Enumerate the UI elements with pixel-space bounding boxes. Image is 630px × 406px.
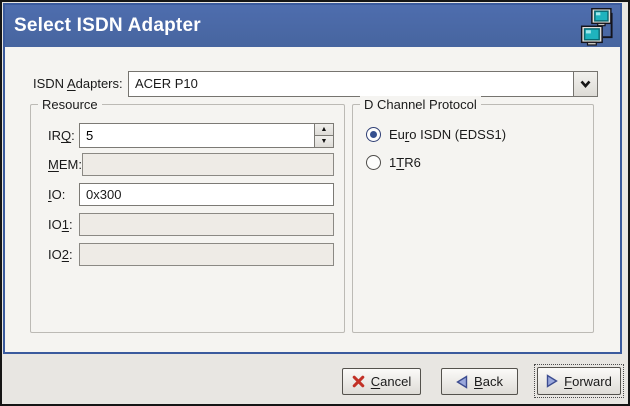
forward-button[interactable]: Forward: [537, 367, 621, 395]
mem-label: MEM:: [48, 157, 82, 172]
isdn-adapters-label: ISDN Adapters:: [33, 71, 123, 97]
irq-row: IRQ: ▲ ▼: [48, 123, 334, 148]
euro-isdn-label: Euro ISDN (EDSS1): [389, 127, 506, 142]
radio-option-1tr6[interactable]: 1TR6: [366, 154, 421, 171]
io1-input: [79, 213, 334, 236]
radio-button-selected-icon[interactable]: [366, 127, 381, 142]
io-label: IO:: [48, 187, 79, 202]
io1-row: IO1:: [48, 213, 334, 236]
d-channel-protocol-group-title: D Channel Protocol: [360, 96, 481, 113]
network-computers-icon: [578, 6, 616, 48]
io-input[interactable]: [79, 183, 334, 206]
cancel-x-icon: [352, 375, 365, 388]
combobox-dropdown-button[interactable]: [573, 72, 597, 96]
1tr6-label: 1TR6: [389, 155, 421, 170]
irq-label: IRQ:: [48, 128, 79, 143]
mem-row: MEM:: [48, 153, 334, 176]
spin-down-icon[interactable]: ▼: [315, 135, 333, 147]
arrow-right-icon: [546, 374, 558, 388]
radio-option-euro-isdn[interactable]: Euro ISDN (EDSS1): [366, 126, 506, 143]
forward-button-label: Forward: [564, 374, 612, 389]
isdn-adapter-combobox[interactable]: ACER P10: [128, 71, 598, 97]
resource-groupbox: Resource IRQ: ▲ ▼ MEM: IO:: [30, 104, 345, 333]
cancel-button[interactable]: Cancel: [342, 368, 421, 395]
dialog-button-bar: Cancel Back Forward: [2, 355, 628, 404]
mem-input: [82, 153, 334, 176]
io2-input: [79, 243, 334, 266]
cancel-button-label: Cancel: [371, 374, 411, 389]
radio-button-unselected-icon[interactable]: [366, 155, 381, 170]
select-isdn-adapter-dialog: Select ISDN Adapter ISDN Adapters:: [0, 0, 630, 406]
io2-row: IO2:: [48, 243, 334, 266]
d-channel-protocol-groupbox: D Channel Protocol Euro ISDN (EDSS1) 1TR…: [352, 104, 594, 333]
spin-up-icon[interactable]: ▲: [315, 124, 333, 135]
io-row: IO:: [48, 183, 334, 206]
irq-spin-buttons: ▲ ▼: [314, 124, 333, 147]
page-title: Select ISDN Adapter: [14, 5, 201, 47]
io1-label: IO1:: [48, 217, 79, 232]
irq-input[interactable]: [80, 124, 314, 147]
irq-spinbutton[interactable]: ▲ ▼: [79, 123, 334, 148]
arrow-left-icon: [456, 375, 468, 389]
wizard-frame: Select ISDN Adapter ISDN Adapters:: [3, 3, 622, 354]
dialog-header: Select ISDN Adapter: [5, 5, 620, 47]
resource-group-title: Resource: [38, 96, 102, 113]
back-button-label: Back: [474, 374, 503, 389]
io2-label: IO2:: [48, 247, 79, 262]
back-button[interactable]: Back: [441, 368, 518, 395]
combobox-value: ACER P10: [129, 72, 573, 96]
forward-button-focus-ring: Forward: [534, 364, 624, 398]
chevron-down-icon: [580, 80, 591, 88]
